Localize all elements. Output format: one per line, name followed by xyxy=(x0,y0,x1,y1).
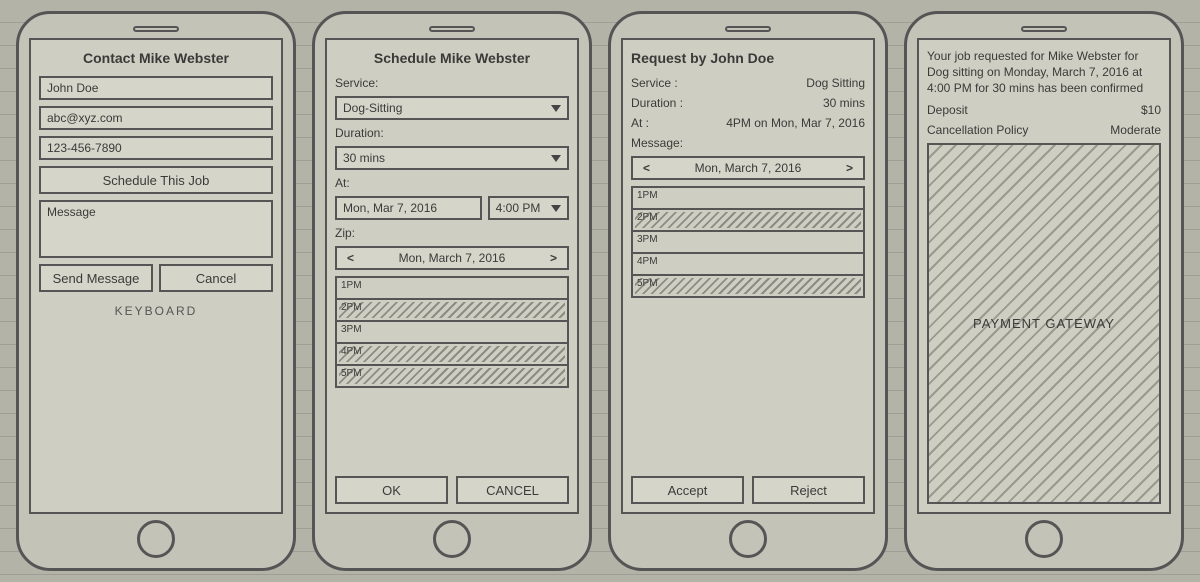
email-input[interactable]: abc@xyz.com xyxy=(39,106,273,130)
wireframe-canvas: Contact Mike Webster John Doe abc@xyz.co… xyxy=(0,0,1200,582)
home-button[interactable] xyxy=(729,520,767,558)
confirmation-message: Your job requested for Mike Webster for … xyxy=(927,48,1161,97)
date-select[interactable]: Mon, Mar 7, 2016 xyxy=(335,196,482,220)
payment-gateway-label: PAYMENT GATEWAY xyxy=(973,316,1115,331)
message-label: Message: xyxy=(631,136,865,150)
service-label: Service : xyxy=(631,76,678,90)
duration-value: 30 mins xyxy=(343,151,385,165)
screen-request: Request by John Doe Service : Dog Sittin… xyxy=(621,38,875,514)
zip-label: Zip: xyxy=(335,226,569,240)
time-slot[interactable]: 2PM xyxy=(633,208,863,230)
cancel-button[interactable]: Cancel xyxy=(159,264,273,292)
home-button[interactable] xyxy=(433,520,471,558)
phone-frame-schedule: Schedule Mike Webster Service: Dog-Sitti… xyxy=(312,11,592,571)
time-slot-list: 1PM2PM3PM4PM5PM xyxy=(631,186,865,298)
chevron-down-icon xyxy=(551,155,561,162)
duration-value: 30 mins xyxy=(823,96,865,110)
time-slot-list: 1PM2PM3PM4PM5PM xyxy=(335,276,569,388)
screen-schedule: Schedule Mike Webster Service: Dog-Sitti… xyxy=(325,38,579,514)
page-title: Request by John Doe xyxy=(631,48,865,70)
phone-frame-request: Request by John Doe Service : Dog Sittin… xyxy=(608,11,888,571)
page-title: Contact Mike Webster xyxy=(39,48,273,70)
time-select[interactable]: 4:00 PM xyxy=(488,196,569,220)
keyboard-placeholder: KEYBOARD xyxy=(39,304,273,318)
payment-gateway-placeholder[interactable]: PAYMENT GATEWAY xyxy=(927,143,1161,504)
phone-frame-contact: Contact Mike Webster John Doe abc@xyz.co… xyxy=(16,11,296,571)
service-value: Dog Sitting xyxy=(806,76,865,90)
reject-button[interactable]: Reject xyxy=(752,476,865,504)
send-message-button[interactable]: Send Message xyxy=(39,264,153,292)
deposit-label: Deposit xyxy=(927,103,968,117)
time-slot[interactable]: 5PM xyxy=(337,364,567,386)
time-slot[interactable]: 3PM xyxy=(337,320,567,342)
time-slot[interactable]: 4PM xyxy=(633,252,863,274)
chevron-left-icon[interactable]: < xyxy=(639,161,654,175)
calendar-date-nav[interactable]: < Mon, March 7, 2016 > xyxy=(631,156,865,180)
duration-label: Duration : xyxy=(631,96,683,110)
screen-contact: Contact Mike Webster John Doe abc@xyz.co… xyxy=(29,38,283,514)
cancellation-policy-value: Moderate xyxy=(1110,123,1161,137)
phone-speaker xyxy=(133,26,179,32)
ok-button[interactable]: OK xyxy=(335,476,448,504)
phone-speaker xyxy=(1021,26,1067,32)
time-slot[interactable]: 4PM xyxy=(337,342,567,364)
phone-input[interactable]: 123-456-7890 xyxy=(39,136,273,160)
duration-label: Duration: xyxy=(335,126,569,140)
accept-button[interactable]: Accept xyxy=(631,476,744,504)
cancel-button[interactable]: CANCEL xyxy=(456,476,569,504)
at-label: At: xyxy=(335,176,569,190)
phone-speaker xyxy=(725,26,771,32)
chevron-left-icon[interactable]: < xyxy=(343,251,358,265)
calendar-date: Mon, March 7, 2016 xyxy=(399,251,506,265)
name-input[interactable]: John Doe xyxy=(39,76,273,100)
deposit-value: $10 xyxy=(1141,103,1161,117)
service-select[interactable]: Dog-Sitting xyxy=(335,96,569,120)
chevron-down-icon xyxy=(551,105,561,112)
chevron-right-icon[interactable]: > xyxy=(842,161,857,175)
service-label: Service: xyxy=(335,76,569,90)
time-slot[interactable]: 1PM xyxy=(337,276,567,298)
calendar-date: Mon, March 7, 2016 xyxy=(695,161,802,175)
calendar-date-nav[interactable]: < Mon, March 7, 2016 > xyxy=(335,246,569,270)
date-value: Mon, Mar 7, 2016 xyxy=(343,201,437,215)
at-label: At : xyxy=(631,116,649,130)
service-value: Dog-Sitting xyxy=(343,101,402,115)
home-button[interactable] xyxy=(1025,520,1063,558)
time-slot[interactable]: 5PM xyxy=(633,274,863,296)
at-value: 4PM on Mon, Mar 7, 2016 xyxy=(726,116,865,130)
screen-confirmation: Your job requested for Mike Webster for … xyxy=(917,38,1171,514)
time-slot[interactable]: 2PM xyxy=(337,298,567,320)
time-value: 4:00 PM xyxy=(496,201,541,215)
cancellation-policy-label: Cancellation Policy xyxy=(927,123,1028,137)
schedule-job-button[interactable]: Schedule This Job xyxy=(39,166,273,194)
chevron-down-icon xyxy=(551,205,561,212)
chevron-right-icon[interactable]: > xyxy=(546,251,561,265)
page-title: Schedule Mike Webster xyxy=(335,48,569,70)
duration-select[interactable]: 30 mins xyxy=(335,146,569,170)
message-textarea[interactable]: Message xyxy=(39,200,273,258)
phone-speaker xyxy=(429,26,475,32)
home-button[interactable] xyxy=(137,520,175,558)
phone-frame-confirmation: Your job requested for Mike Webster for … xyxy=(904,11,1184,571)
time-slot[interactable]: 3PM xyxy=(633,230,863,252)
time-slot[interactable]: 1PM xyxy=(633,186,863,208)
